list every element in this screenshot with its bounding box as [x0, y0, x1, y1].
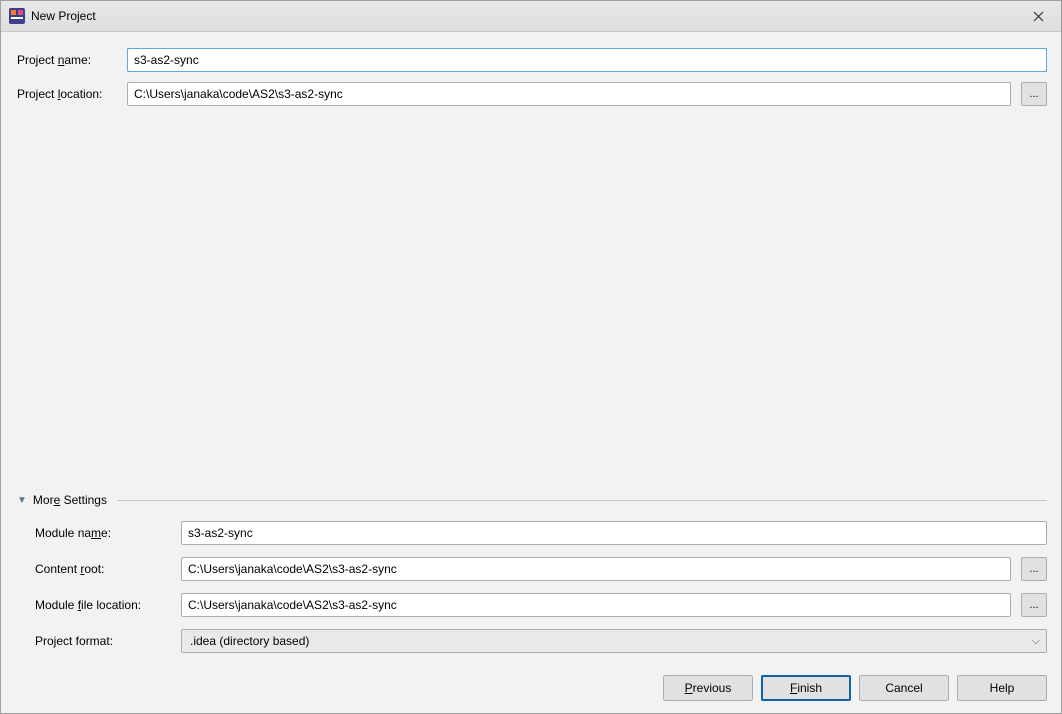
help-button[interactable]: Help	[957, 675, 1047, 701]
titlebar: New Project	[1, 1, 1061, 32]
top-form: Project name: Project location: ...	[1, 32, 1061, 116]
project-location-label: Project location:	[17, 87, 121, 101]
spacer	[1, 116, 1061, 493]
more-settings-toggle[interactable]: ▼ More Settings	[17, 493, 1047, 507]
app-icon	[9, 8, 25, 24]
module-name-input[interactable]	[181, 521, 1047, 545]
window-title: New Project	[31, 9, 1016, 23]
content-area: Project name: Project location: ... ▼ Mo…	[1, 32, 1061, 713]
chevron-down-icon: ⌵	[1032, 635, 1040, 648]
module-file-location-label: Module file location:	[35, 598, 175, 612]
project-name-label: Project name:	[17, 53, 121, 67]
project-location-browse-button[interactable]: ...	[1021, 82, 1047, 106]
expanded-triangle-icon: ▼	[17, 495, 27, 506]
finish-button[interactable]: Finish	[761, 675, 851, 701]
content-root-browse-button[interactable]: ...	[1021, 557, 1047, 581]
module-file-location-browse-button[interactable]: ...	[1021, 593, 1047, 617]
separator	[117, 500, 1047, 501]
close-button[interactable]	[1016, 1, 1061, 31]
cancel-button[interactable]: Cancel	[859, 675, 949, 701]
more-settings-label: More Settings	[33, 493, 107, 507]
project-format-select[interactable]: .idea (directory based) ⌵	[181, 629, 1047, 653]
button-bar: Previous Finish Cancel Help	[1, 665, 1061, 713]
project-format-label: Project format:	[35, 634, 175, 648]
more-settings-body: Module name: Content root: ... Module fi…	[17, 521, 1047, 653]
content-root-input[interactable]	[181, 557, 1011, 581]
project-name-input[interactable]	[127, 48, 1047, 72]
close-icon	[1033, 11, 1044, 22]
new-project-dialog: New Project Project name: Project locati…	[0, 0, 1062, 714]
content-root-label: Content root:	[35, 562, 175, 576]
more-settings-section: ▼ More Settings Module name: Content roo…	[1, 493, 1061, 665]
module-file-location-input[interactable]	[181, 593, 1011, 617]
module-name-label: Module name:	[35, 526, 175, 540]
previous-button[interactable]: Previous	[663, 675, 753, 701]
project-location-input[interactable]	[127, 82, 1011, 106]
project-format-value: .idea (directory based)	[190, 634, 309, 648]
